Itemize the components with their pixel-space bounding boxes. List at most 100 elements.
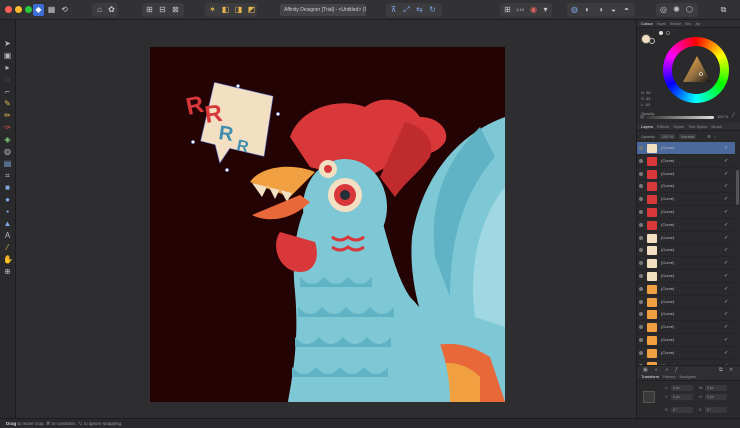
zoom-window-button[interactable] — [25, 6, 32, 13]
align-icon[interactable]: ⊼ — [388, 4, 399, 16]
boolean-xor-icon[interactable]: ◒ — [608, 4, 619, 16]
node-tool-icon[interactable]: ▸ — [3, 63, 12, 72]
checkmark-icon[interactable]: ✓ — [724, 308, 728, 321]
shear-field[interactable]: 0 ° — [705, 407, 727, 413]
boolean-divide-icon[interactable]: ◓ — [621, 4, 632, 16]
layer-row[interactable]: (Curve) ✓ — [637, 270, 735, 283]
transparency-tool-icon[interactable]: ◍ — [3, 147, 12, 156]
visibility-icon[interactable] — [639, 261, 643, 266]
speech-bubble[interactable] — [191, 78, 282, 176]
visibility-icon[interactable] — [639, 146, 643, 150]
place-image-icon[interactable]: ▤ — [3, 159, 12, 168]
tab-history[interactable]: History — [663, 373, 675, 380]
checkmark-icon[interactable]: ✓ — [724, 219, 728, 232]
visibility-icon[interactable] — [639, 210, 643, 214]
layer-row[interactable]: (Curve) ✓ — [637, 257, 735, 270]
checkmark-icon[interactable]: ✓ — [724, 347, 728, 360]
layer-row[interactable]: (Curve) ✓ — [637, 244, 735, 258]
rounded-rectangle-icon[interactable]: ▪ — [3, 207, 12, 216]
rectangle-tool-icon[interactable]: ■ — [3, 183, 12, 192]
tab-styles[interactable]: Styles — [673, 123, 684, 130]
pencil-tool-icon[interactable]: ✏ — [3, 111, 12, 120]
visibility-icon[interactable] — [639, 184, 643, 189]
pixel-persona-icon[interactable]: ▦ — [46, 4, 57, 16]
tab-brush[interactable]: Brush — [711, 123, 721, 130]
visibility-icon[interactable] — [639, 158, 643, 163]
snapping-icon[interactable]: ✶ — [207, 4, 218, 16]
boolean-subtract-icon[interactable]: ◐ — [582, 4, 593, 16]
geometry-icon[interactable]: ◉ — [528, 4, 539, 16]
lock-icon[interactable]: ▫ — [714, 134, 715, 139]
layer-row[interactable]: (Curve) ✓ — [637, 155, 735, 168]
eyedropper-icon[interactable]: ⁄ — [733, 113, 734, 119]
visibility-icon[interactable] — [639, 274, 643, 278]
export-persona-icon[interactable]: ⟲ — [59, 4, 70, 16]
checkmark-icon[interactable]: ✓ — [724, 206, 728, 219]
order-forward-icon[interactable]: ◨ — [233, 4, 244, 16]
checkmark-icon[interactable]: ✓ — [724, 168, 728, 181]
checkmark-icon[interactable]: ✓ — [724, 296, 728, 309]
layer-row[interactable]: (Curve) ✓ — [637, 232, 735, 245]
eyedropper-icon[interactable]: ⁄ — [3, 243, 12, 252]
visibility-icon[interactable] — [639, 235, 643, 240]
gear-icon[interactable]: ⚙ — [707, 134, 711, 139]
checkmark-icon[interactable]: ✓ — [724, 334, 728, 347]
opacity-slider[interactable] — [646, 116, 714, 119]
width-field[interactable]: 0 px — [705, 385, 727, 391]
swap-colours-icon[interactable] — [659, 31, 663, 35]
layer-row[interactable]: (Curve) ✓ — [637, 334, 735, 347]
layer-row[interactable]: (Curve) ✓ — [637, 180, 735, 194]
move-tool-icon[interactable]: ➤ — [3, 39, 12, 48]
checkmark-icon[interactable]: ✓ — [724, 193, 728, 206]
zoom-value[interactable]: 1:10 — [514, 4, 526, 16]
visibility-icon[interactable] — [639, 197, 643, 202]
layer-row[interactable]: (Curve) ✓ — [637, 321, 735, 334]
view-mode-icon[interactable]: ⊞ — [144, 4, 155, 16]
height-field[interactable]: 0 px — [705, 394, 727, 400]
checkmark-icon[interactable]: ✓ — [724, 283, 728, 296]
stroke-swatch[interactable] — [649, 38, 655, 44]
visibility-icon[interactable] — [639, 286, 643, 291]
colour-triangle[interactable] — [683, 56, 711, 82]
grid-icon[interactable]: ⊞ — [502, 4, 513, 16]
document-setup-icon[interactable]: ⌂ — [94, 4, 105, 16]
crop-tool-icon[interactable]: ⌗ — [3, 171, 12, 180]
tab-transform[interactable]: Transform — [641, 373, 659, 380]
y-field[interactable]: 0 px — [671, 394, 693, 400]
boolean-intersect-icon[interactable]: ◑ — [595, 4, 606, 16]
layer-row[interactable]: (Curve) ✓ — [637, 296, 735, 309]
visibility-icon[interactable] — [639, 350, 643, 355]
visibility-icon[interactable] — [639, 171, 643, 176]
minimize-window-button[interactable] — [15, 6, 22, 13]
checkmark-icon[interactable]: ✓ — [724, 321, 728, 334]
x-field[interactable]: 0 px — [671, 385, 693, 391]
point-transform-icon[interactable]: ◌ — [3, 75, 12, 84]
checkmark-icon[interactable]: ✓ — [724, 180, 728, 193]
checkmark-icon[interactable]: ✓ — [724, 232, 728, 245]
boolean-add-icon[interactable]: ◍ — [569, 4, 580, 16]
transform-icon[interactable]: ⤢ — [401, 4, 412, 16]
share-icon[interactable]: ⬡ — [684, 4, 695, 16]
blend-mode-select[interactable]: Normal — [679, 134, 697, 139]
chevron-down-icon[interactable]: ▾ — [540, 4, 551, 16]
visibility-icon[interactable] — [639, 222, 643, 227]
checkmark-icon[interactable]: ✓ — [724, 155, 728, 168]
tab-layers[interactable]: Layers — [641, 123, 653, 130]
layer-row[interactable]: (Curve) ✓ — [637, 193, 735, 206]
tab-colour[interactable]: Colour — [641, 20, 653, 27]
ellipse-tool-icon[interactable]: ● — [3, 195, 12, 204]
document-title[interactable]: Affinity Designer [Trial] - <Untitled> (… — [280, 4, 366, 16]
designer-persona-icon[interactable]: ◆ — [33, 4, 44, 16]
checkmark-icon[interactable]: ✓ — [724, 142, 728, 155]
tab-effects[interactable]: Effects — [657, 123, 669, 130]
layer-row[interactable]: (Curve) ✓ — [637, 347, 735, 360]
tab-navigator[interactable]: Navigator — [680, 373, 697, 380]
zoom-tool-icon[interactable]: ⊕ — [3, 267, 12, 276]
layer-row[interactable]: (Curve) ✓ — [637, 168, 735, 181]
layer-row[interactable]: (Curve) ✓ — [637, 142, 735, 155]
layers-scrollbar[interactable] — [736, 170, 739, 205]
artboard[interactable]: R R R R — [150, 47, 505, 402]
hand-tool-icon[interactable]: ✋ — [3, 255, 13, 264]
fullscreen-icon[interactable]: ⧉ — [718, 4, 729, 16]
layer-row[interactable]: (Curve) ✓ — [637, 283, 735, 296]
